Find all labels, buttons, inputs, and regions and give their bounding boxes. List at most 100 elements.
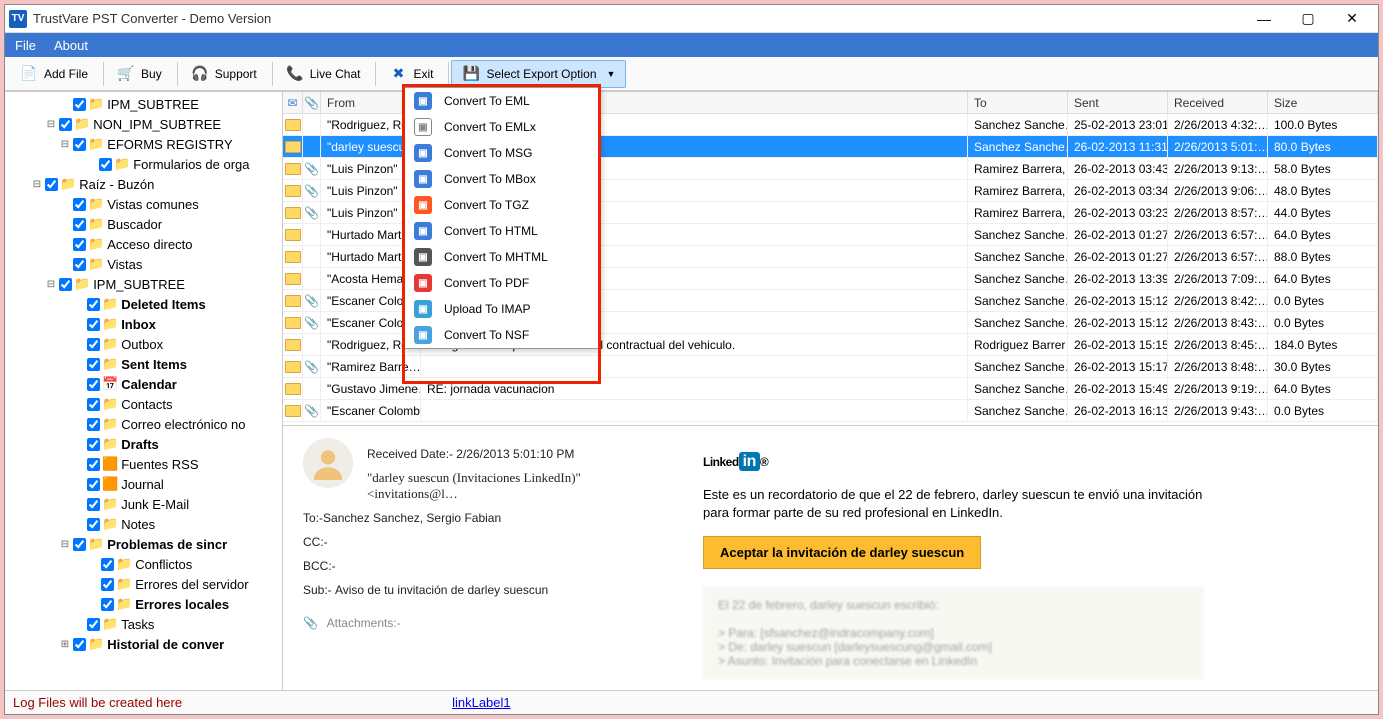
select-export-button[interactable]: 💾 Select Export Option ▼: [451, 60, 626, 88]
tree-toggle[interactable]: ⊟: [59, 539, 71, 550]
tree-node[interactable]: ⊟📁NON_IPM_SUBTREE: [5, 114, 282, 134]
tree-checkbox[interactable]: [87, 318, 100, 331]
tree-node[interactable]: 📁IPM_SUBTREE: [5, 94, 282, 114]
col-icon[interactable]: ✉: [283, 92, 303, 113]
menu-about[interactable]: About: [54, 38, 88, 53]
export-menu-item[interactable]: ▣Convert To MSG: [404, 140, 599, 166]
tree-node[interactable]: 📁Deleted Items: [5, 294, 282, 314]
tree-node[interactable]: 📁Vistas: [5, 254, 282, 274]
tree-toggle[interactable]: ⊟: [31, 179, 43, 190]
tree-node[interactable]: 📁Contacts: [5, 394, 282, 414]
tree-node[interactable]: 📁Vistas comunes: [5, 194, 282, 214]
maximize-button[interactable]: ▢: [1286, 5, 1330, 33]
tree-checkbox[interactable]: [45, 178, 58, 191]
col-size[interactable]: Size: [1268, 92, 1378, 113]
tree-node[interactable]: 📁Errores del servidor: [5, 574, 282, 594]
tree-node[interactable]: 📁Sent Items: [5, 354, 282, 374]
tree-node[interactable]: 🟧Fuentes RSS: [5, 454, 282, 474]
add-file-button[interactable]: 📄 Add File: [9, 60, 99, 88]
grid-row[interactable]: 📎"Escaner Colomb…Sanchez Sanche…26-02-20…: [283, 400, 1378, 422]
tree-node[interactable]: 🟧Journal: [5, 474, 282, 494]
export-menu-item[interactable]: ▣Upload To IMAP: [404, 296, 599, 322]
minimize-button[interactable]: —: [1242, 5, 1286, 33]
tree-node[interactable]: 📁Tasks: [5, 614, 282, 634]
tree-checkbox[interactable]: [73, 218, 86, 231]
export-menu-item[interactable]: ▣Convert To PDF: [404, 270, 599, 296]
export-menu-item[interactable]: ▣Convert To EMLx: [404, 114, 599, 140]
tree-checkbox[interactable]: [73, 238, 86, 251]
buy-button[interactable]: 🛒 Buy: [106, 60, 173, 88]
tree-checkbox[interactable]: [59, 278, 72, 291]
tree-checkbox[interactable]: [73, 138, 86, 151]
tree-checkbox[interactable]: [73, 98, 86, 111]
linkedin-accept-button[interactable]: Aceptar la invitación de darley suescun: [703, 536, 981, 569]
tree-toggle[interactable]: ⊟: [59, 139, 71, 150]
clip-icon: 📎: [304, 184, 319, 198]
export-menu-item[interactable]: ▣Convert To MHTML: [404, 244, 599, 270]
tree-node[interactable]: ⊟📁Raíz - Buzón: [5, 174, 282, 194]
tree-checkbox[interactable]: [87, 438, 100, 451]
export-menu-item[interactable]: ▣Convert To EML: [404, 88, 599, 114]
tree-checkbox[interactable]: [87, 418, 100, 431]
menu-file[interactable]: File: [15, 38, 36, 53]
tree-checkbox[interactable]: [59, 118, 72, 131]
tree-toggle[interactable]: ⊟: [45, 119, 57, 130]
tree-checkbox[interactable]: [99, 158, 112, 171]
tree-checkbox[interactable]: [73, 258, 86, 271]
grid-row[interactable]: "Gustavo Jimene…RE: jornada vacunacionSa…: [283, 378, 1378, 400]
tree-node[interactable]: 📁Notes: [5, 514, 282, 534]
tree-node[interactable]: ⊟📁EFORMS REGISTRY: [5, 134, 282, 154]
close-button[interactable]: ✕: [1330, 5, 1374, 33]
tree-checkbox[interactable]: [87, 518, 100, 531]
tree-node[interactable]: 📁Acceso directo: [5, 234, 282, 254]
tree-node[interactable]: 📁Conflictos: [5, 554, 282, 574]
cell-received: 2/26/2013 8:43:…: [1168, 312, 1268, 333]
tree-checkbox[interactable]: [73, 538, 86, 551]
tree-checkbox[interactable]: [73, 198, 86, 211]
tree-checkbox[interactable]: [87, 298, 100, 311]
status-link[interactable]: linkLabel1: [452, 695, 511, 710]
cell-sent: 26-02-2013 13:39: [1068, 268, 1168, 289]
tree-checkbox[interactable]: [87, 498, 100, 511]
tree-checkbox[interactable]: [87, 618, 100, 631]
tree-checkbox[interactable]: [101, 558, 114, 571]
tree-node[interactable]: 📁Junk E-Mail: [5, 494, 282, 514]
tree-checkbox[interactable]: [87, 478, 100, 491]
tree-checkbox[interactable]: [101, 598, 114, 611]
col-attachment[interactable]: 📎: [303, 92, 321, 113]
live-chat-button[interactable]: 📞 Live Chat: [275, 60, 372, 88]
export-menu-item[interactable]: ▣Convert To HTML: [404, 218, 599, 244]
tree-checkbox[interactable]: [87, 338, 100, 351]
exit-button[interactable]: ✖ Exit: [378, 60, 444, 88]
col-sent[interactable]: Sent: [1068, 92, 1168, 113]
tree-node[interactable]: 📁Formularios de orga: [5, 154, 282, 174]
export-menu-item[interactable]: ▣Convert To TGZ: [404, 192, 599, 218]
tree-checkbox[interactable]: [87, 398, 100, 411]
tree-node[interactable]: ⊟📁Problemas de sincr: [5, 534, 282, 554]
tree-toggle[interactable]: ⊟: [45, 279, 57, 290]
tree-node[interactable]: 📁Buscador: [5, 214, 282, 234]
tree-node[interactable]: 📁Errores locales: [5, 594, 282, 614]
col-received[interactable]: Received: [1168, 92, 1268, 113]
export-menu-item[interactable]: ▣Convert To NSF: [404, 322, 599, 348]
export-menu-item[interactable]: ▣Convert To MBox: [404, 166, 599, 192]
tree-node[interactable]: 📅Calendar: [5, 374, 282, 394]
tree-checkbox[interactable]: [87, 358, 100, 371]
col-to[interactable]: To: [968, 92, 1068, 113]
grid-row[interactable]: 📎"Ramirez Barre…Sanchez Sanche…26-02-201…: [283, 356, 1378, 378]
folder-icon: 📁: [102, 416, 118, 432]
tree-checkbox[interactable]: [101, 578, 114, 591]
tree-node[interactable]: 📁Correo electrónico no: [5, 414, 282, 434]
cell-to: Ramirez Barrera,…: [968, 158, 1068, 179]
tree-checkbox[interactable]: [73, 638, 86, 651]
tree-node[interactable]: ⊞📁Historial de conver: [5, 634, 282, 654]
folder-tree[interactable]: 📁IPM_SUBTREE⊟📁NON_IPM_SUBTREE⊟📁EFORMS RE…: [5, 92, 283, 690]
support-button[interactable]: 🎧 Support: [180, 60, 268, 88]
tree-node[interactable]: 📁Inbox: [5, 314, 282, 334]
tree-checkbox[interactable]: [87, 378, 100, 391]
tree-node[interactable]: ⊟📁IPM_SUBTREE: [5, 274, 282, 294]
tree-toggle[interactable]: ⊞: [59, 639, 71, 650]
tree-node[interactable]: 📁Drafts: [5, 434, 282, 454]
tree-node[interactable]: 📁Outbox: [5, 334, 282, 354]
tree-checkbox[interactable]: [87, 458, 100, 471]
